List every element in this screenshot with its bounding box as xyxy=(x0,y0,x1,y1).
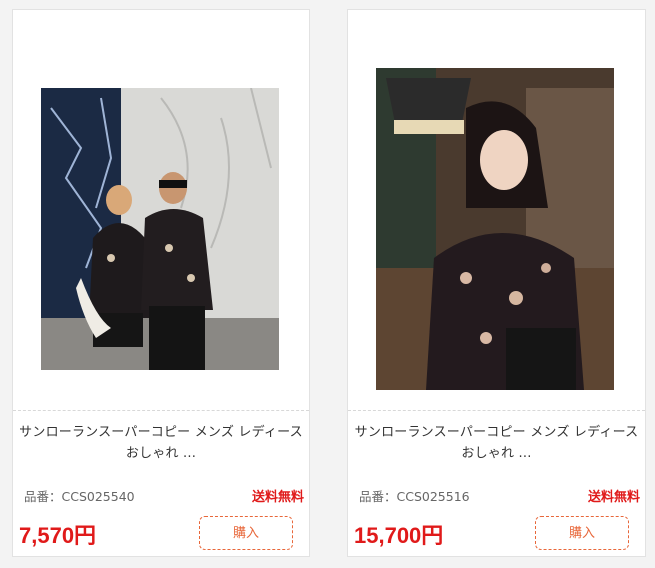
buy-button[interactable]: 購入 xyxy=(199,516,293,550)
product-title[interactable]: サンローランスーパーコピー メンズ レディース おしゃれ ... xyxy=(17,422,305,464)
product-title[interactable]: サンローランスーパーコピー メンズ レディース おしゃれ ... xyxy=(352,422,641,464)
title-line-2: おしゃれ ... xyxy=(125,446,197,461)
free-shipping-badge: 送料無料 xyxy=(251,490,304,505)
product-image[interactable] xyxy=(376,68,614,390)
product-code: 品番：CCS025540 xyxy=(24,489,135,504)
title-line-1: サンローランスーパーコピー メンズ レディース xyxy=(354,425,639,440)
divider xyxy=(348,410,645,411)
buy-button[interactable]: 購入 xyxy=(535,516,629,550)
free-shipping-badge: 送料無料 xyxy=(587,490,640,505)
product-price: 7,570円 xyxy=(19,523,97,548)
product-image[interactable] xyxy=(41,88,279,370)
title-line-2: おしゃれ ... xyxy=(461,446,532,461)
product-code: 品番：CCS025516 xyxy=(359,489,470,504)
product-card[interactable]: サンローランスーパーコピー メンズ レディース おしゃれ ... 品番：CCS0… xyxy=(12,9,310,557)
title-line-1: サンローランスーパーコピー メンズ レディース xyxy=(19,425,303,440)
product-card[interactable]: サンローランスーパーコピー メンズ レディース おしゃれ ... 品番：CCS0… xyxy=(347,9,646,557)
divider xyxy=(13,410,309,411)
product-price: 15,700円 xyxy=(354,523,444,548)
